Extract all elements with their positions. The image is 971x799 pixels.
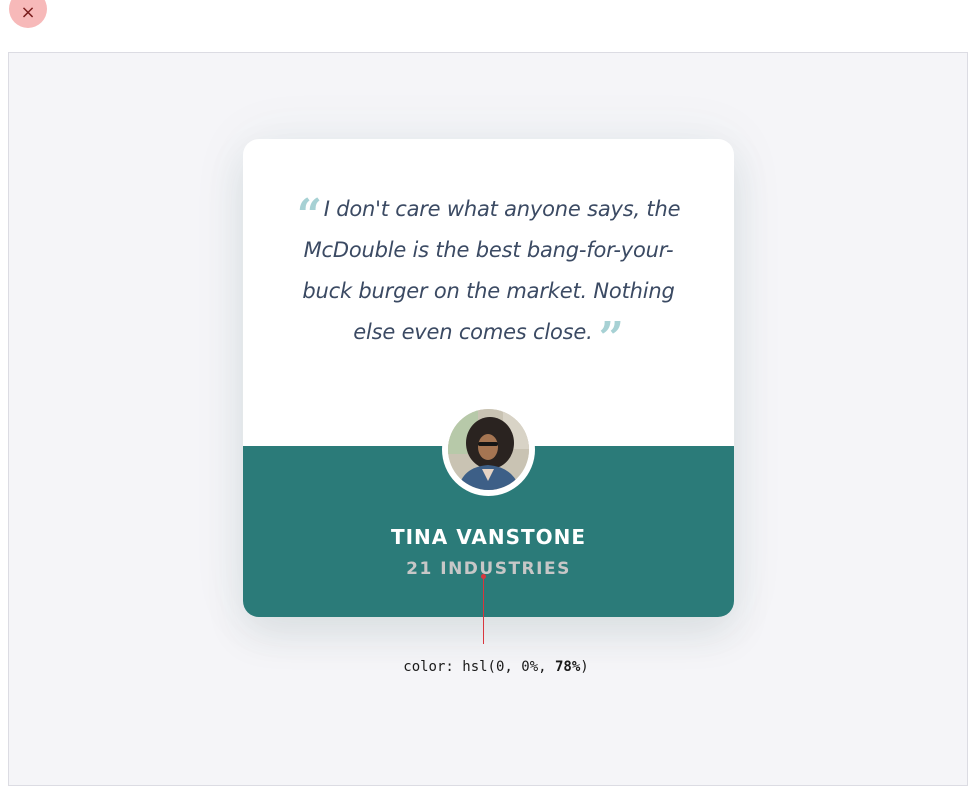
testimonial-card: “I don't care what anyone says, the McDo… [243,139,734,617]
open-quote-icon: “ [296,190,322,241]
color-annotation: color: hsl(0, 0%, 78%) [17,659,971,675]
preview-frame: “I don't care what anyone says, the McDo… [8,52,968,786]
avatar-ring [442,403,535,496]
quote-block: “I don't care what anyone says, the McDo… [283,189,694,361]
close-button[interactable]: × [9,0,47,28]
quote-area: “I don't care what anyone says, the McDo… [243,139,734,446]
annotation-highlight: 78% [554,659,581,675]
annotation-prefix: color: hsl(0, 0%, [403,659,555,675]
close-icon: × [20,2,36,23]
annotation-suffix: ) [580,659,589,675]
inspector-pointer-line [483,576,484,644]
author-company: 21 INDUSTRIES [406,559,571,579]
avatar [448,409,529,490]
author-name: TINA VANSTONE [390,525,587,549]
close-quote-icon: ” [598,313,624,364]
